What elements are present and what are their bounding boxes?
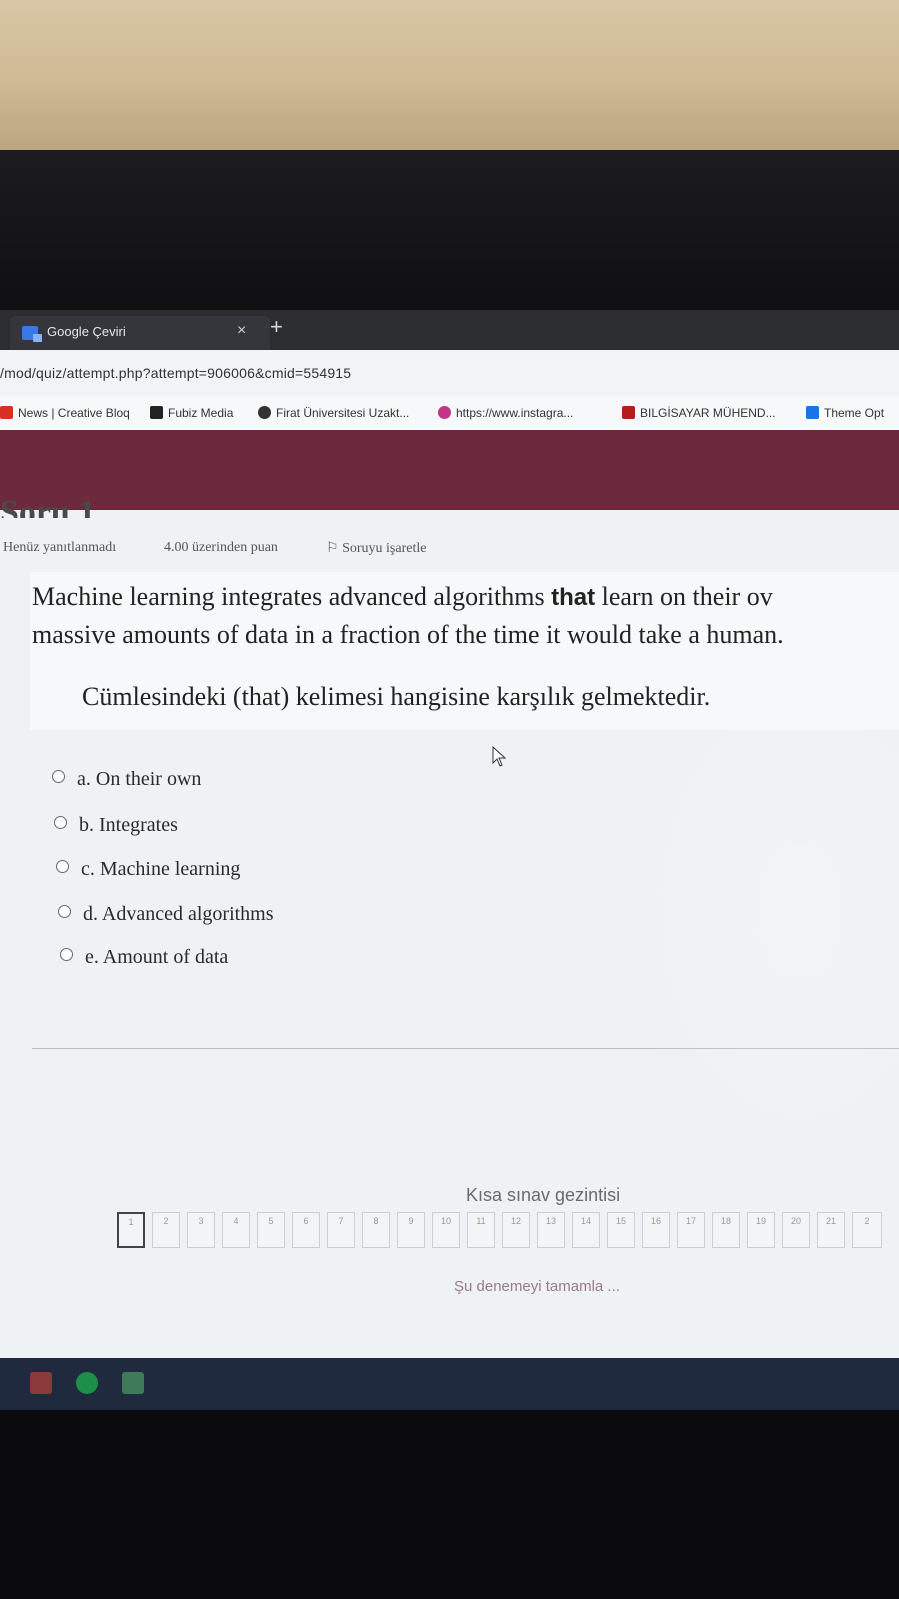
option-a[interactable]: a. On their own xyxy=(52,768,201,791)
radio-button[interactable] xyxy=(56,860,69,873)
background-wall xyxy=(0,0,899,160)
bookmark-fubiz[interactable]: Fubiz Media xyxy=(150,406,233,420)
university-icon xyxy=(258,406,271,419)
nav-button-15[interactable]: 15 xyxy=(607,1212,635,1248)
question-number: Soru 1 xyxy=(0,494,96,518)
google-translate-icon xyxy=(22,326,42,342)
nav-button-19[interactable]: 19 xyxy=(747,1212,775,1248)
nav-button-16[interactable]: 16 xyxy=(642,1212,670,1248)
quiz-navigation-buttons: 1 2 3 4 5 6 7 8 9 10 11 12 13 14 15 16 1… xyxy=(117,1210,899,1254)
option-e[interactable]: e. Amount of data xyxy=(60,946,228,969)
bookmarks-bar: News | Creative Bloq Fubiz Media Firat Ü… xyxy=(0,396,899,431)
radio-button[interactable] xyxy=(60,948,73,961)
nav-button-22[interactable]: 2 xyxy=(852,1212,882,1248)
nav-button-10[interactable]: 10 xyxy=(432,1212,460,1248)
quiz-content: Soru 1 Henüz yanıtlanmadı 4.00 üzerinden… xyxy=(0,494,899,1410)
monitor-bezel-bottom xyxy=(0,1410,899,1599)
monitor-bezel-top xyxy=(0,150,899,320)
flag-icon: ⚐ xyxy=(326,541,343,556)
browser-tab-bar: Google Çeviri × + xyxy=(0,310,899,350)
nav-button-9[interactable]: 9 xyxy=(397,1212,425,1248)
bookmark-theme-opt[interactable]: Theme Opt xyxy=(806,406,884,420)
option-b[interactable]: b. Integrates xyxy=(54,814,178,837)
nav-button-21[interactable]: 21 xyxy=(817,1212,845,1248)
mouse-cursor-icon xyxy=(492,746,507,767)
site-header-band xyxy=(0,430,899,510)
nav-button-8[interactable]: 8 xyxy=(362,1212,390,1248)
section-divider xyxy=(32,1048,899,1049)
question-text-box: Machine learning integrates advanced alg… xyxy=(30,572,899,730)
nav-button-14[interactable]: 14 xyxy=(572,1212,600,1248)
app-icon[interactable] xyxy=(30,1372,52,1394)
flag-question-link[interactable]: ⚐ Soruyu işaretle xyxy=(326,540,426,557)
nav-button-11[interactable]: 11 xyxy=(467,1212,495,1248)
nav-button-17[interactable]: 17 xyxy=(677,1212,705,1248)
f-icon xyxy=(150,406,163,419)
cb-icon xyxy=(0,406,13,419)
quiz-navigation-title: Kısa sınav gezintisi xyxy=(466,1185,621,1205)
option-c[interactable]: c. Machine learning xyxy=(56,858,240,881)
bookmark-firat[interactable]: Firat Üniversitesi Uzakt... xyxy=(258,406,409,420)
nav-button-3[interactable]: 3 xyxy=(187,1212,215,1248)
nav-button-20[interactable]: 20 xyxy=(782,1212,810,1248)
question-status: Henüz yanıtlanmadı xyxy=(3,540,117,555)
app-icon[interactable] xyxy=(122,1372,144,1394)
option-d[interactable]: d. Advanced algorithms xyxy=(58,903,274,926)
nav-button-6[interactable]: 6 xyxy=(292,1212,320,1248)
close-tab-icon[interactable]: × xyxy=(237,322,246,340)
monitor-screen: Google Çeviri × + /mod/quiz/attempt.php?… xyxy=(0,310,899,1410)
radio-button[interactable] xyxy=(58,905,71,918)
question-text: Machine learning integrates advanced alg… xyxy=(32,582,784,649)
question-points: 4.00 üzerinden puan xyxy=(164,540,278,555)
nav-button-2[interactable]: 2 xyxy=(152,1212,180,1248)
chrome-icon[interactable] xyxy=(76,1372,98,1394)
s-icon xyxy=(806,406,819,419)
new-tab-icon[interactable]: + xyxy=(270,314,283,340)
finish-attempt-link[interactable]: Şu denemeyi tamamla ... xyxy=(454,1278,620,1295)
nav-button-5[interactable]: 5 xyxy=(257,1212,285,1248)
nav-button-12[interactable]: 12 xyxy=(502,1212,530,1248)
radio-button[interactable] xyxy=(54,816,67,829)
radio-button[interactable] xyxy=(52,770,65,783)
nav-button-7[interactable]: 7 xyxy=(327,1212,355,1248)
nav-button-18[interactable]: 18 xyxy=(712,1212,740,1248)
browser-tab[interactable]: Google Çeviri × xyxy=(10,316,270,350)
question-prompt: Cümlesindeki (that) kelimesi hangisine k… xyxy=(82,682,711,711)
nav-button-13[interactable]: 13 xyxy=(537,1212,565,1248)
bookmark-instagram[interactable]: https://www.instagra... xyxy=(438,406,573,420)
tab-title: Google Çeviri xyxy=(47,324,126,339)
bookmark-creative-bloq[interactable]: News | Creative Bloq xyxy=(0,406,130,420)
bookmark-bilgisayar[interactable]: BILGİSAYAR MÜHEND... xyxy=(622,406,776,420)
instagram-icon xyxy=(438,406,451,419)
address-bar[interactable]: /mod/quiz/attempt.php?attempt=906006&cmi… xyxy=(0,350,899,397)
windows-taskbar xyxy=(0,1358,899,1410)
nav-button-4[interactable]: 4 xyxy=(222,1212,250,1248)
url-text[interactable]: /mod/quiz/attempt.php?attempt=906006&cmi… xyxy=(0,365,351,381)
nav-button-1[interactable]: 1 xyxy=(117,1212,145,1248)
bookmark-icon xyxy=(622,406,635,419)
